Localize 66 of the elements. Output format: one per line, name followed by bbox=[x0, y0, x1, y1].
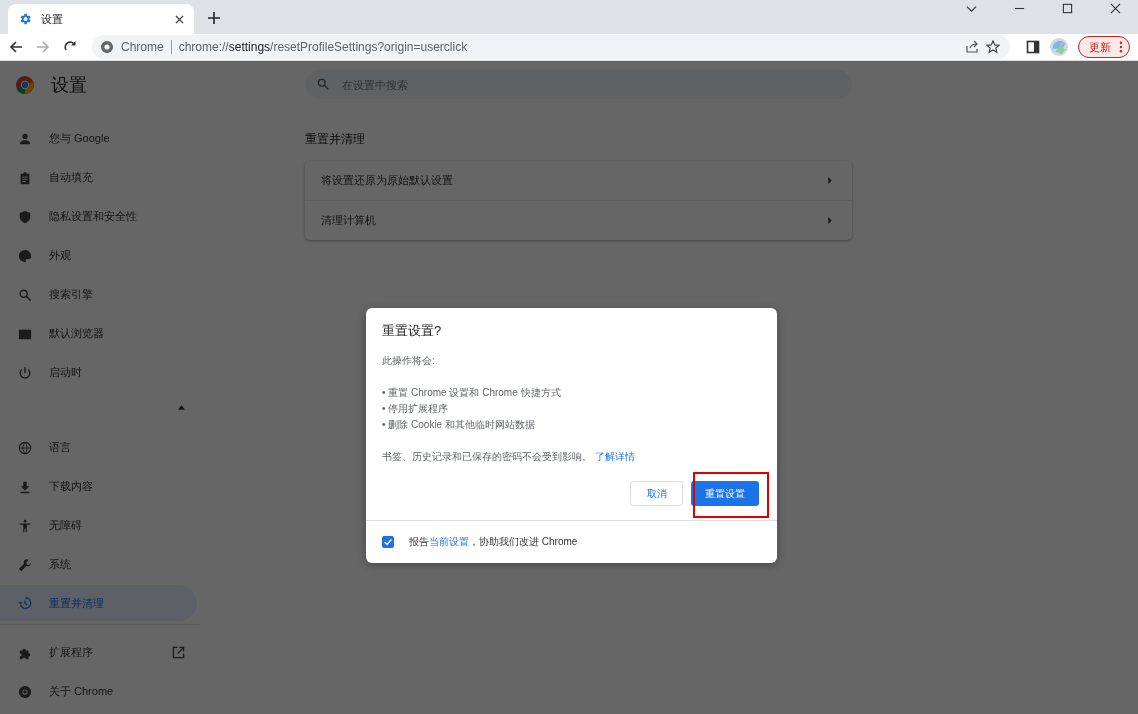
search-icon bbox=[18, 287, 32, 302]
chrome-logo-icon bbox=[15, 75, 35, 95]
sidebar-item[interactable]: 外观 bbox=[0, 236, 197, 275]
palette-icon bbox=[18, 248, 32, 263]
accessibility-icon bbox=[18, 518, 32, 533]
shield-icon bbox=[18, 209, 32, 224]
power-icon bbox=[18, 365, 32, 380]
sidebar-item[interactable]: 系统 bbox=[0, 545, 197, 584]
star-icon[interactable] bbox=[986, 40, 1000, 54]
maximize-icon[interactable] bbox=[1062, 3, 1073, 14]
list-item: • 重置 Chrome 设置和 Chrome 快捷方式 bbox=[382, 386, 562, 400]
back-arrow-icon[interactable] bbox=[9, 40, 23, 54]
sidebar-item[interactable]: 下载内容 bbox=[0, 467, 197, 506]
plus-icon[interactable] bbox=[208, 12, 220, 24]
person-icon bbox=[18, 131, 32, 146]
list-item: • 停用扩展程序 bbox=[382, 402, 450, 416]
checkbox-label: 报告当前设置，协助我们改进 Chrome bbox=[409, 535, 578, 549]
sidebar-item[interactable]: 隐私设置和安全性 bbox=[0, 197, 197, 236]
sidebar-item[interactable]: 重置并清理 bbox=[0, 585, 197, 621]
sidebar-item[interactable]: 自动填充 bbox=[0, 158, 197, 197]
chrome-logo-icon bbox=[18, 684, 32, 699]
update-button[interactable]: 更新 bbox=[1078, 36, 1130, 58]
search-icon bbox=[317, 78, 329, 90]
more-icon[interactable] bbox=[1119, 41, 1123, 53]
cancel-button[interactable]: 取消 bbox=[630, 481, 683, 506]
list-item: • 删除 Cookie 和其他临时网站数据 bbox=[382, 418, 536, 432]
chevron-down-icon[interactable] bbox=[966, 3, 977, 14]
share-icon[interactable] bbox=[965, 40, 979, 54]
caret-right-icon bbox=[828, 177, 832, 184]
globe-icon bbox=[18, 440, 32, 455]
caret-right-icon bbox=[828, 217, 832, 224]
learn-more-link[interactable]: 了解详情 bbox=[594, 451, 635, 462]
chrome-logo-icon bbox=[100, 40, 114, 54]
reset-button[interactable]: 重置设置 bbox=[691, 481, 759, 506]
clipboard-icon bbox=[18, 170, 32, 185]
page-title: 设置 bbox=[51, 74, 87, 97]
external-link-icon[interactable] bbox=[172, 646, 185, 659]
sidebar-item[interactable]: 搜索引擎 bbox=[0, 275, 197, 314]
sidebar-item[interactable]: 扩展程序 bbox=[0, 633, 197, 672]
sidebar-item[interactable]: 关于 Chrome bbox=[0, 672, 197, 711]
history-icon bbox=[18, 596, 32, 610]
sidebar-item[interactable]: 无障碍 bbox=[0, 506, 197, 545]
caret-up-icon[interactable] bbox=[178, 404, 185, 410]
browser-tab[interactable]: 设置 bbox=[8, 4, 194, 34]
settings-row[interactable]: 清理计算机 bbox=[305, 200, 852, 240]
tab-title: 设置 bbox=[41, 11, 64, 27]
sidebar-item[interactable]: 启动时 bbox=[0, 353, 197, 392]
download-icon bbox=[18, 479, 32, 494]
close-icon[interactable] bbox=[1110, 3, 1121, 14]
url-text: chrome://settings/resetProfileSettings?origin=userclick bbox=[178, 40, 468, 54]
close-icon[interactable] bbox=[175, 14, 184, 24]
dialog-text: 此操作将会: bbox=[382, 354, 436, 368]
sidebar-item[interactable]: 默认浏览器 bbox=[0, 314, 197, 353]
address-bar[interactable]: Chrome chrome://settings/resetProfileSettings?origin=userclick bbox=[92, 35, 1010, 59]
dialog-title: 重置设置? bbox=[382, 322, 443, 340]
sidebar-item[interactable]: 语言 bbox=[0, 428, 197, 467]
settings-row[interactable]: 将设置还原为原始默认设置 bbox=[305, 161, 852, 200]
wrench-icon bbox=[18, 557, 32, 572]
side-panel-icon[interactable] bbox=[1026, 40, 1040, 54]
sidebar-item[interactable]: 您与 Google bbox=[0, 119, 197, 158]
site-label: Chrome bbox=[121, 40, 164, 54]
checkbox[interactable] bbox=[382, 536, 394, 548]
current-settings-link[interactable]: 当前设置 bbox=[429, 536, 469, 547]
section-title: 重置并清理 bbox=[305, 131, 366, 148]
gear-icon bbox=[18, 12, 32, 26]
dialog-note: 书签、历史记录和已保存的密码不会受到影响。 了解详情 bbox=[382, 450, 636, 464]
